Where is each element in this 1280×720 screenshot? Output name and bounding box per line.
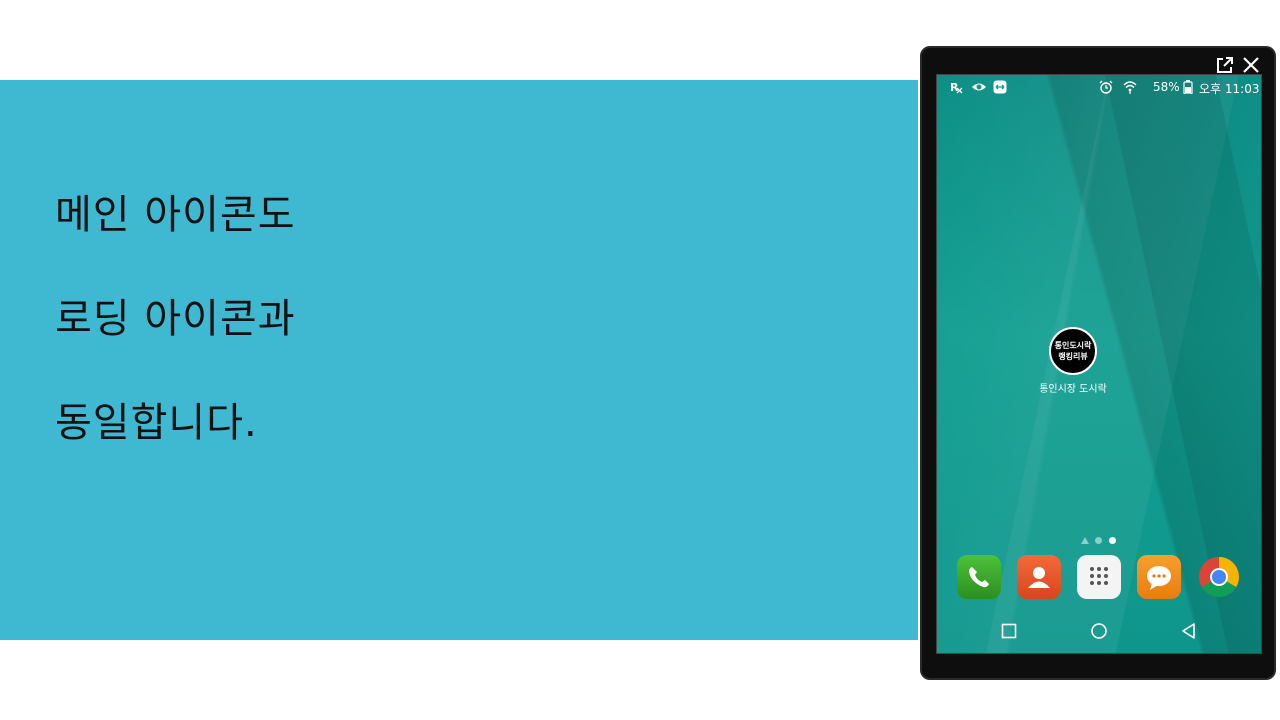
slide-text-line-3: 동일합니다. [55, 400, 258, 446]
app-logo-icon[interactable]: 통인도시락 랭킹리뷰 [1049, 327, 1097, 375]
teamviewer-icon [993, 80, 1007, 94]
phone-screen: R 58% 오후 11:03 통인도시락 랭킹리뷰 통인시장 도시락 [936, 74, 1262, 654]
status-time: 오후 11:03 [1199, 82, 1260, 96]
slide-background [0, 80, 918, 640]
home-app-shortcut[interactable]: 통인도시락 랭킹리뷰 통인시장 도시락 [1023, 327, 1123, 395]
home-button[interactable] [1089, 621, 1109, 641]
rx-icon: R [949, 80, 963, 94]
page-dot-active [1109, 537, 1116, 544]
page-dot [1095, 537, 1102, 544]
app-logo-text-2: 랭킹리뷰 [1058, 352, 1088, 361]
contacts-icon[interactable] [1017, 555, 1061, 599]
battery-icon [1183, 80, 1197, 95]
status-bar: R 58% 오후 11:03 [937, 75, 1261, 99]
eye-icon [971, 80, 986, 94]
alarm-icon [1099, 80, 1113, 94]
phone-mirror-window: R 58% 오후 11:03 통인도시락 랭킹리뷰 통인시장 도시락 [920, 46, 1276, 680]
back-button[interactable] [1179, 621, 1199, 641]
recents-button[interactable] [999, 621, 1019, 641]
app-logo-text-1: 통인도시락 [1054, 341, 1092, 350]
apps-icon[interactable] [1077, 555, 1121, 599]
home-page-indicator-icon [1081, 537, 1089, 544]
app-label: 통인시장 도시락 [1039, 384, 1107, 395]
close-icon[interactable] [1240, 54, 1262, 76]
slide-text-line-2: 로딩 아이콘과 [55, 296, 296, 342]
messages-icon[interactable] [1137, 555, 1181, 599]
wifi-icon [1123, 80, 1137, 94]
phone-icon[interactable] [957, 555, 1001, 599]
page-indicator [1081, 535, 1141, 545]
battery-percent: 58% [1153, 80, 1180, 94]
chrome-icon[interactable] [1197, 555, 1241, 599]
slide-text-line-1: 메인 아이콘도 [55, 192, 296, 238]
external-link-icon[interactable] [1214, 54, 1236, 76]
